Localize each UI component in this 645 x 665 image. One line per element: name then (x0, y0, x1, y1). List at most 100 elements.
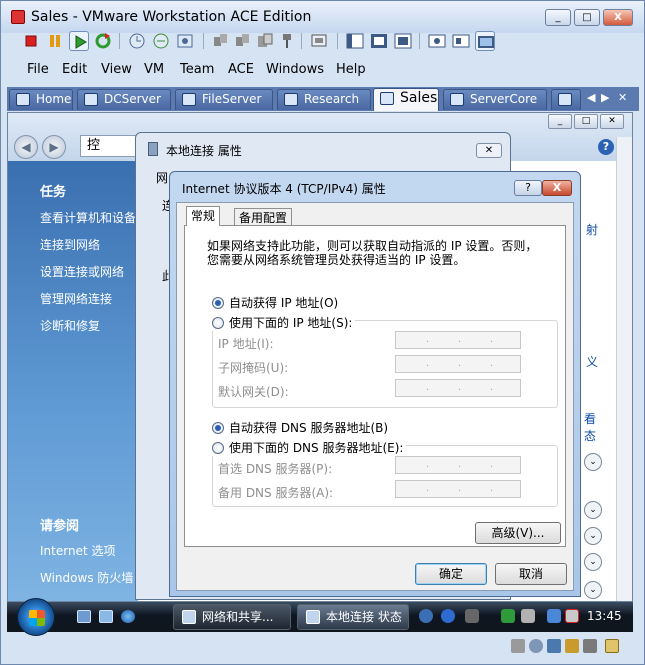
subnet-mask-field[interactable]: ... (395, 355, 521, 373)
ip-address-field[interactable]: ... (395, 331, 521, 349)
hard-disk-icon[interactable] (511, 639, 525, 653)
auto-dns-radio[interactable]: 自动获得 DNS 服务器地址(B) (212, 419, 388, 436)
snapshot-button[interactable] (127, 31, 147, 51)
task-link-diagnose[interactable]: 诊断和修复 (40, 317, 100, 334)
menu-windows[interactable]: Windows (266, 62, 324, 77)
tab-research[interactable]: Research (277, 89, 371, 110)
start-button[interactable] (17, 598, 55, 636)
manual-ip-radio[interactable]: 使用下面的 IP 地址(S): (212, 314, 356, 331)
menu-help[interactable]: Help (336, 62, 366, 77)
tab-general[interactable]: 常规 (186, 206, 221, 226)
expand-icon[interactable]: ⌄ (584, 453, 602, 471)
show-desktop-icon[interactable] (77, 610, 91, 623)
snapshot-manager-button[interactable] (175, 31, 195, 51)
tab-dcserver[interactable]: DCServer (77, 89, 171, 110)
tab-fileserver[interactable]: FileServer (175, 89, 273, 110)
minimize-button[interactable]: _ (545, 9, 571, 26)
team-button[interactable] (211, 31, 231, 51)
see-also-internet-options[interactable]: Internet 选项 (40, 542, 115, 559)
expand-icon[interactable]: ⌄ (584, 553, 602, 571)
help-icon[interactable]: ? (598, 139, 614, 155)
usb-icon[interactable] (565, 639, 579, 653)
appliance-view-button[interactable] (475, 31, 495, 51)
cd-drive-icon[interactable] (529, 639, 543, 653)
address-bar[interactable]: 控 (80, 135, 140, 157)
message-icon[interactable] (605, 639, 619, 653)
tab-alternate-config[interactable]: 备用配置 (234, 208, 293, 225)
help-button[interactable]: ? (514, 180, 542, 196)
quick-switch-button[interactable] (393, 31, 413, 51)
content-fragment[interactable]: 看 (584, 410, 596, 427)
security-center-icon[interactable] (501, 609, 515, 623)
vertical-scrollbar[interactable] (616, 137, 632, 601)
menu-vm[interactable]: VM (144, 62, 164, 77)
taskbar-network-center[interactable]: 网络和共享... (173, 604, 291, 630)
language-icon[interactable] (419, 609, 433, 623)
tab-servercore[interactable]: ServerCore (443, 89, 547, 110)
ipv4-dialog-close-button[interactable]: X (542, 180, 572, 196)
expand-icon[interactable]: ⌄ (584, 501, 602, 519)
tab-scroll-right-icon[interactable]: ▶ (601, 91, 609, 104)
lan-dialog-close-button[interactable]: ✕ (476, 143, 502, 158)
guest-maximize-icon[interactable]: □ (574, 114, 598, 129)
tab-close-icon[interactable]: ✕ (618, 91, 627, 104)
tab-overflow[interactable] (551, 89, 581, 110)
expand-icon[interactable]: ⌄ (584, 581, 602, 599)
lan-segment-button[interactable] (277, 31, 297, 51)
content-fragment[interactable]: 态 (584, 427, 596, 444)
reset-button[interactable] (93, 31, 113, 51)
see-also-firewall[interactable]: Windows 防火墙 (40, 569, 133, 586)
tab-home[interactable]: Home (9, 89, 73, 110)
content-fragment[interactable]: 射 (586, 221, 598, 238)
default-gateway-field[interactable]: ... (395, 379, 521, 397)
capture-button[interactable] (309, 31, 329, 51)
taskbar-lan-status[interactable]: 本地连接 状态 (297, 604, 409, 630)
lan-tab-fragment[interactable]: 网 (156, 169, 168, 186)
revert-snapshot-button[interactable] (151, 31, 171, 51)
power-on-button[interactable] (69, 31, 89, 51)
network-tray-icon[interactable] (547, 609, 561, 623)
tab-scroll-left-icon[interactable]: ◀ (587, 91, 595, 104)
preferred-dns-field[interactable]: ... (395, 456, 521, 474)
tray-chevron-icon[interactable] (465, 609, 479, 623)
guest-minimize-icon[interactable]: _ (548, 114, 572, 129)
full-screen-button[interactable] (369, 31, 389, 51)
close-button[interactable]: X (603, 9, 633, 26)
internet-explorer-icon[interactable] (121, 610, 135, 623)
console-view-button[interactable] (427, 31, 447, 51)
back-icon[interactable]: ◀ (14, 135, 38, 159)
sidebar-toggle-button[interactable] (345, 31, 365, 51)
forward-icon[interactable]: ▶ (42, 135, 66, 159)
content-fragment[interactable]: 义 (586, 353, 598, 370)
task-link-connect[interactable]: 连接到网络 (40, 236, 100, 253)
ok-button[interactable]: 确定 (415, 563, 487, 585)
tab-sales[interactable]: Sales (373, 88, 439, 111)
expand-icon[interactable]: ⌄ (584, 527, 602, 545)
network-adapter-status-icon[interactable] (547, 639, 561, 653)
menu-ace[interactable]: ACE (228, 62, 254, 77)
manual-dns-radio[interactable]: 使用下面的 DNS 服务器地址(E): (212, 439, 407, 456)
sound-icon[interactable] (583, 639, 597, 653)
advanced-button[interactable]: 高级(V)... (475, 522, 561, 544)
power-off-button[interactable] (21, 31, 41, 51)
switch-windows-icon[interactable] (99, 610, 113, 623)
menu-file[interactable]: File (27, 62, 49, 77)
guest-close-icon[interactable]: ✕ (600, 114, 624, 129)
help-tray-icon[interactable] (441, 609, 455, 623)
alternate-dns-field[interactable]: ... (395, 480, 521, 498)
team-button-2[interactable] (233, 31, 253, 51)
auto-ip-radio[interactable]: 自动获得 IP 地址(O) (212, 294, 338, 311)
task-link-manage[interactable]: 管理网络连接 (40, 290, 112, 307)
menu-view[interactable]: View (101, 62, 132, 77)
volume-muted-icon[interactable] (565, 609, 579, 623)
task-link-view-computers[interactable]: 查看计算机和设备 (40, 209, 136, 226)
taskbar-clock[interactable]: 13:45 (587, 609, 622, 623)
summary-view-button[interactable] (451, 31, 471, 51)
clone-button[interactable] (255, 31, 275, 51)
suspend-button[interactable] (45, 31, 65, 51)
maximize-button[interactable]: □ (574, 9, 600, 26)
computer-tray-icon[interactable] (521, 609, 535, 623)
cancel-button[interactable]: 取消 (495, 563, 567, 585)
menu-edit[interactable]: Edit (62, 62, 87, 77)
menu-team[interactable]: Team (180, 62, 214, 77)
